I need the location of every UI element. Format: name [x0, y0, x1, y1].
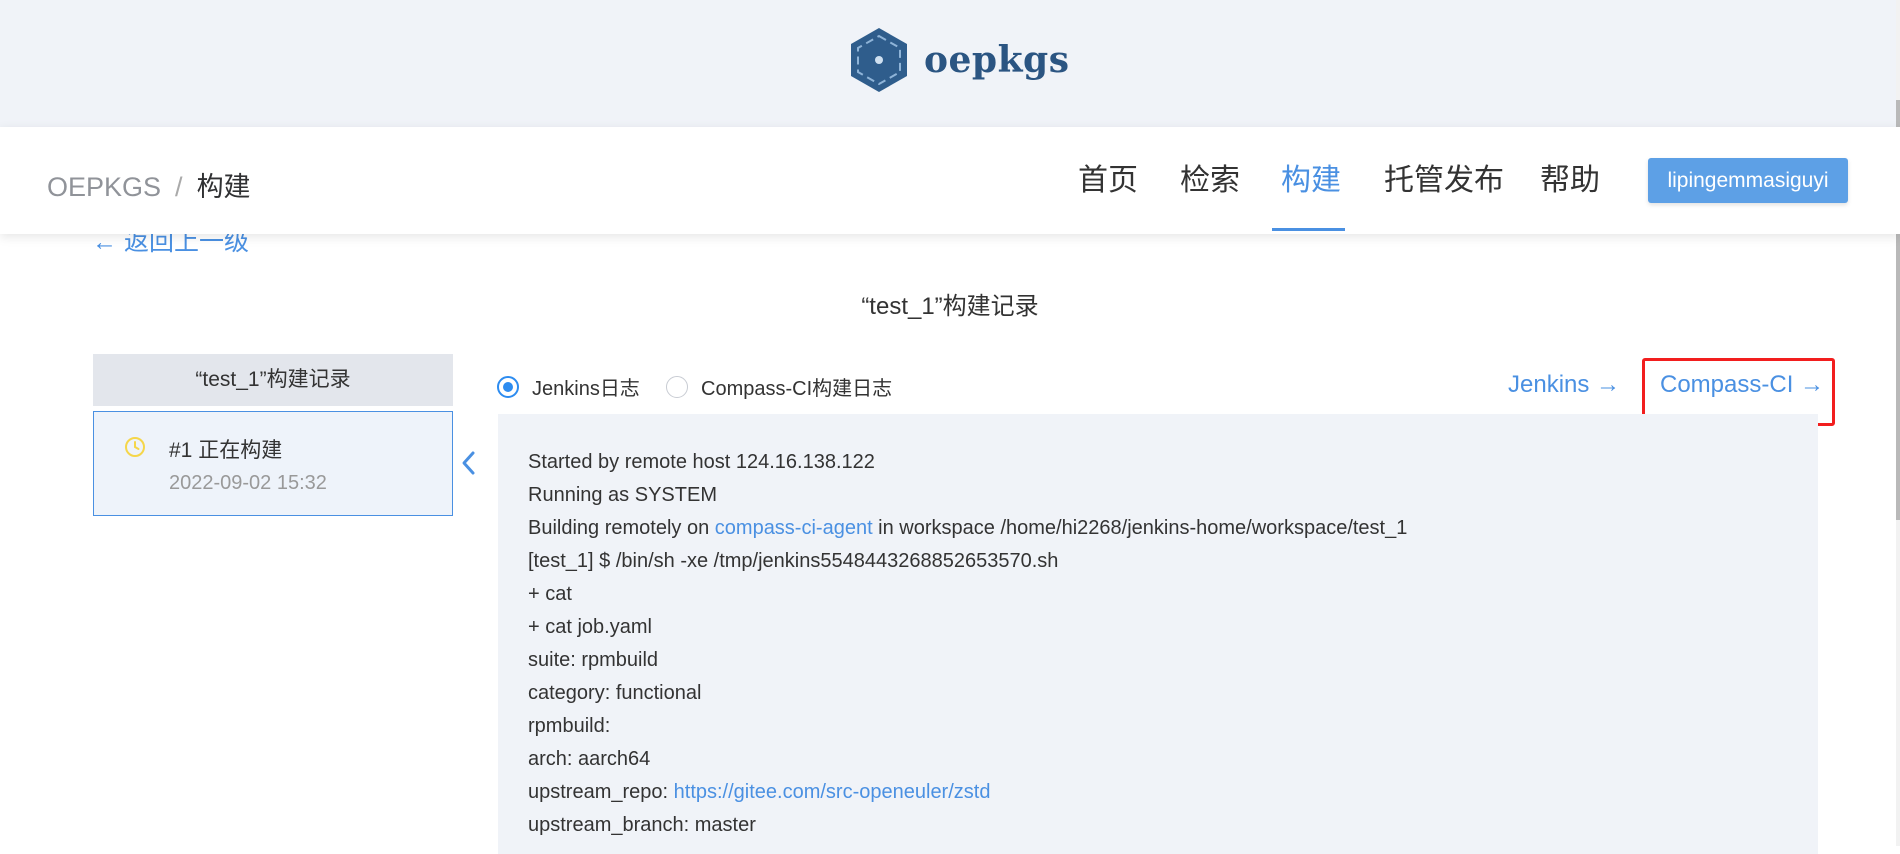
chevron-left-icon[interactable]	[459, 450, 477, 476]
nav-hosting[interactable]: 托管发布	[1384, 127, 1504, 234]
log-line: suite: rpmbuild	[528, 649, 659, 671]
breadcrumb-root[interactable]: OEPKGS	[47, 172, 161, 202]
user-button[interactable]: lipingemmasiguyi	[1648, 158, 1848, 203]
breadcrumb-current: 构建	[196, 172, 251, 202]
radio-compass-log-label: Compass-CI构建日志	[701, 378, 893, 400]
radio-compass-log[interactable]: Compass-CI构建日志	[666, 372, 892, 401]
build-record-title: #1 正在构建	[169, 439, 283, 462]
log-panel: Started by remote host 124.16.138.122 Ru…	[498, 414, 1818, 854]
brand-bar: oepkgs	[0, 0, 1900, 127]
log-line: category: functional	[528, 682, 702, 704]
jenkins-link[interactable]: Jenkins →	[1508, 371, 1620, 399]
nav-help[interactable]: 帮助	[1540, 127, 1600, 234]
agent-link[interactable]: compass-ci-agent	[715, 517, 873, 539]
radio-jenkins-log[interactable]: Jenkins日志	[497, 372, 640, 401]
breadcrumb: OEPKGS / 构建	[47, 165, 251, 204]
sidebar-header: “test_1”构建记录	[93, 354, 453, 406]
log-line: + cat job.yaml	[528, 616, 652, 638]
log-text: in workspace /home/hi2268/jenkins-home/w…	[872, 517, 1408, 539]
log-line: arch: aarch64	[528, 748, 651, 770]
log-line: rpmbuild:	[528, 715, 611, 737]
log-line: upstream_branch: master	[528, 814, 756, 836]
nav-active-indicator	[1272, 228, 1345, 231]
brand-name: oepkgs	[924, 39, 1070, 81]
log-content: Started by remote host 124.16.138.122 Ru…	[528, 446, 1407, 842]
main-header: OEPKGS / 构建 首页 检索 构建 托管发布 帮助 lipingemmasig…	[0, 127, 1900, 234]
log-line: + cat	[528, 583, 572, 605]
page-title: “test_1”构建记录	[861, 293, 1039, 320]
breadcrumb-separator: /	[175, 172, 183, 202]
log-line: [test_1] $ /bin/sh -xe /tmp/jenkins55484…	[528, 550, 1059, 572]
build-record-item[interactable]: #1 正在构建 2022-09-02 15:32	[93, 411, 453, 516]
radio-jenkins-log-label: Jenkins日志	[532, 378, 640, 400]
log-text: upstream_repo:	[528, 781, 674, 803]
log-line: Building remotely on compass-ci-agent in…	[528, 512, 1407, 545]
radio-unchecked-icon[interactable]	[666, 375, 688, 398]
nav-home[interactable]: 首页	[1078, 127, 1138, 234]
logo[interactable]: oepkgs	[848, 26, 1069, 94]
oepkgs-logo-icon	[851, 28, 907, 92]
build-record-time: 2022-09-02 15:32	[169, 472, 327, 494]
upstream-repo-link[interactable]: https://gitee.com/src-openeuler/zstd	[674, 781, 991, 803]
nav-build[interactable]: 构建	[1281, 127, 1341, 234]
radio-checked-icon[interactable]	[497, 375, 519, 398]
nav-search[interactable]: 检索	[1180, 127, 1240, 234]
log-line: Started by remote host 124.16.138.122	[528, 451, 875, 473]
log-line: Running as SYSTEM	[528, 484, 717, 506]
log-line: upstream_repo: https://gitee.com/src-ope…	[528, 776, 1407, 809]
clock-icon	[125, 437, 145, 457]
log-text: Building remotely on	[528, 517, 715, 539]
